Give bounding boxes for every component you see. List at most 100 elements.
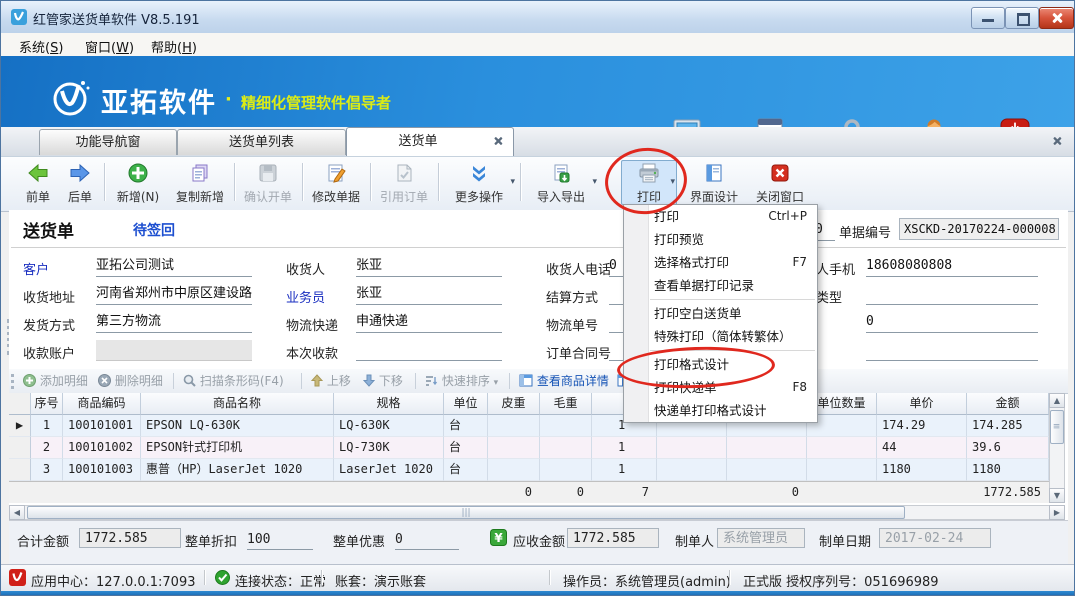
minimize-button[interactable]	[971, 7, 1005, 29]
scroll-right-button[interactable]: ▶	[1049, 505, 1065, 520]
grid-cell[interactable]: 100101003	[63, 459, 141, 481]
grid-cell[interactable]: 台	[444, 415, 488, 437]
grid-cell[interactable]: 2	[31, 437, 63, 459]
close-window-button[interactable]: 关闭窗口	[747, 160, 813, 205]
salesman-label[interactable]: 业务员	[286, 287, 325, 306]
type-field[interactable]	[866, 284, 1038, 305]
grid-cell[interactable]: 1	[31, 415, 63, 437]
customer-field[interactable]: 亚拓公司测试	[96, 256, 252, 277]
grid-cell[interactable]	[63, 481, 141, 503]
receive-account-field[interactable]	[96, 340, 252, 361]
tab-function-window[interactable]: 功能导航窗	[39, 129, 177, 155]
grid-cell[interactable]	[444, 481, 488, 503]
grid-cell[interactable]	[540, 415, 592, 437]
table-row[interactable]: 2100101002EPSON针式打印机LQ-730K台14439.6	[9, 437, 1049, 459]
grid-cell[interactable]	[727, 437, 807, 459]
vertical-scroll-thumb[interactable]: ≡	[1050, 410, 1064, 444]
scroll-down-button[interactable]: ▼	[1049, 488, 1065, 503]
next-doc-button[interactable]: 后单	[59, 160, 101, 205]
grid-cell[interactable]: 44	[877, 437, 967, 459]
tabstrip-close-icon[interactable]	[1050, 134, 1063, 147]
reduction-field[interactable]: 0	[395, 531, 459, 550]
grid-cell[interactable]: 100101002	[63, 437, 141, 459]
grid-cell[interactable]: 7	[592, 481, 657, 503]
detail-toolbar-grip[interactable]	[11, 374, 17, 389]
grid-cell[interactable]	[540, 459, 592, 481]
grid-cell[interactable]	[807, 437, 877, 459]
delete-detail-button[interactable]: 删除明细	[98, 373, 163, 390]
move-up-button[interactable]: 上移	[311, 373, 351, 390]
close-button[interactable]	[1039, 7, 1074, 29]
more-actions-button[interactable]: 更多操作 ▾	[441, 160, 517, 205]
grid-cell[interactable]	[657, 481, 727, 503]
table-row[interactable]: 3100101003惠普（HP）LaserJet 1020LaserJet 10…	[9, 459, 1049, 481]
ui-design-button[interactable]: 界面设计	[683, 160, 745, 205]
grid-header-cell[interactable]	[9, 393, 31, 415]
grid-cell[interactable]	[807, 459, 877, 481]
grid-cell[interactable]: 3	[31, 459, 63, 481]
grid-header-cell[interactable]: 毛重	[540, 393, 592, 415]
menu-item-print-format-design[interactable]: 打印格式设计	[624, 353, 817, 376]
add-detail-button[interactable]: 添加明细	[23, 373, 88, 390]
grid-header-cell[interactable]: 序号	[31, 393, 63, 415]
new-doc-button[interactable]: 新增(N)	[107, 160, 169, 205]
grid-cell[interactable]	[657, 437, 727, 459]
grid-cell[interactable]	[141, 481, 334, 503]
grid-cell[interactable]	[9, 459, 31, 481]
confirm-order-button[interactable]: 确认开单	[237, 160, 299, 205]
grid-cell[interactable]	[727, 459, 807, 481]
grid-cell[interactable]: 174.29	[877, 415, 967, 437]
grid-cell[interactable]: LQ-730K	[334, 437, 444, 459]
menu-item-special-print[interactable]: 特殊打印（简体转繁体）	[624, 325, 817, 348]
move-down-button[interactable]: 下移	[363, 373, 403, 390]
grid-cell[interactable]: ▶	[9, 415, 31, 437]
title-bar[interactable]: 红管家送货单软件 V8.5.191	[1, 1, 1075, 34]
grid-cell[interactable]: 台	[444, 459, 488, 481]
menu-item-print-express-sheet[interactable]: 打印快递单F8	[624, 376, 817, 399]
grid-cell[interactable]: 0	[540, 481, 592, 503]
grid-cell[interactable]	[807, 481, 877, 503]
grid-cell[interactable]	[540, 437, 592, 459]
grid-cell[interactable]: 惠普（HP）LaserJet 1020	[141, 459, 334, 481]
grid-cell[interactable]: 台	[444, 437, 488, 459]
table-row[interactable]: ▶1100101001EPSON LQ-630KLQ-630K台1174.291…	[9, 415, 1049, 437]
grid-cell[interactable]: 1180	[967, 459, 1049, 481]
grid-cell[interactable]: 39.6	[967, 437, 1049, 459]
copy-new-button[interactable]: 复制新增	[169, 160, 231, 205]
grid-cell[interactable]	[9, 437, 31, 459]
scroll-left-button[interactable]: ◀	[9, 505, 25, 520]
receiver-mobile-field[interactable]: 18608080808	[866, 256, 1038, 277]
grid-cell[interactable]: 100101001	[63, 415, 141, 437]
menu-item-print-preview[interactable]: 打印预览	[624, 228, 817, 251]
tab-close-icon[interactable]	[491, 134, 504, 147]
grid-header-cell[interactable]: 规格	[334, 393, 444, 415]
customer-label[interactable]: 客户	[23, 259, 49, 278]
grid-cell[interactable]: 0	[727, 481, 807, 503]
grid-header-cell[interactable]: 商品名称	[141, 393, 334, 415]
menu-system[interactable]: 系统(S)	[13, 36, 69, 57]
grid-cell[interactable]: 1	[592, 437, 657, 459]
total-amount-field[interactable]: 1772.585	[79, 528, 181, 548]
menu-item-print[interactable]: 打印Ctrl+P	[624, 205, 817, 228]
scan-barcode-button[interactable]: 扫描条形码(F4)	[183, 373, 284, 390]
edit-doc-button[interactable]: 修改单据	[305, 160, 367, 205]
grid-cell[interactable]: EPSON LQ-630K	[141, 415, 334, 437]
grid-cell[interactable]: 0	[488, 481, 540, 503]
grid-cell[interactable]: LQ-630K	[334, 415, 444, 437]
grid-cell[interactable]	[334, 481, 444, 503]
menu-window[interactable]: 窗口(W)	[79, 36, 140, 57]
print-button[interactable]: 打印 ▾	[621, 160, 677, 205]
grid-header-cell[interactable]: 单价	[877, 393, 967, 415]
grid-cell[interactable]	[657, 459, 727, 481]
grid-cell[interactable]	[31, 481, 63, 503]
partial-hidden-field[interactable]: 0	[815, 220, 835, 241]
maximize-button[interactable]	[1005, 7, 1039, 29]
hidden-field-3[interactable]: 0	[866, 312, 1038, 333]
grid-cell[interactable]: LaserJet 1020	[334, 459, 444, 481]
address-field[interactable]: 河南省郑州市中原区建设路	[96, 284, 252, 305]
grid-header-cell[interactable]: 商品编码	[63, 393, 141, 415]
grid-cell[interactable]	[488, 437, 540, 459]
hidden-field-4[interactable]	[866, 340, 1038, 361]
logistics-field[interactable]: 申通快递	[356, 312, 502, 333]
discount-field[interactable]: 100	[247, 531, 313, 550]
